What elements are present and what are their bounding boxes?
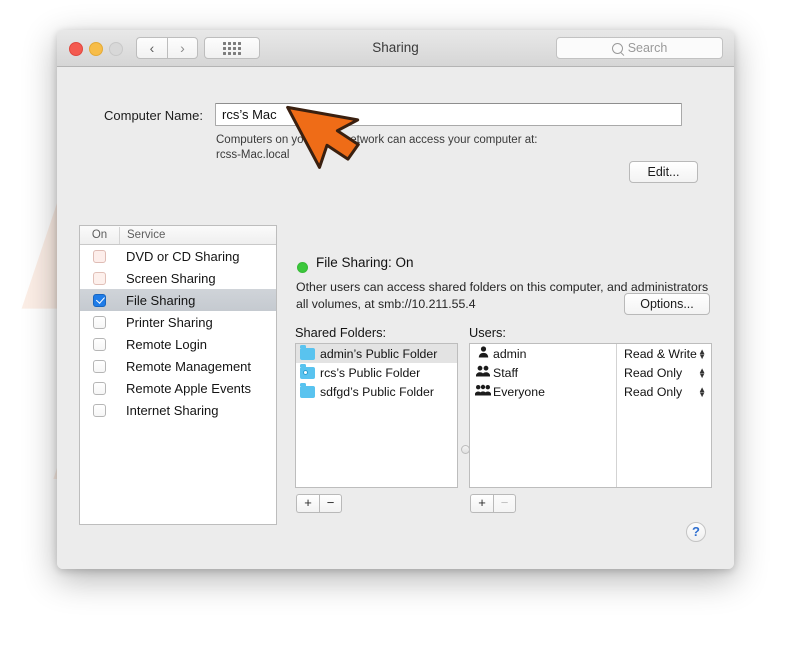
shared-folder-icon: [300, 364, 315, 379]
services-header-on: On: [91, 229, 108, 241]
services-list-header: On Service: [80, 226, 276, 245]
add-user-button[interactable]: +: [470, 494, 493, 513]
permission-value: Read Only: [624, 384, 683, 399]
users-label: Users:: [469, 325, 506, 340]
user-name: Everyone: [493, 384, 545, 399]
checkbox-icon[interactable]: [93, 359, 106, 373]
service-row-remote-apple-events[interactable]: Remote Apple Events: [80, 377, 276, 399]
service-label: Remote Management: [126, 358, 252, 374]
users-permissions-column: Read & Write ▲ ▼ Read Only ▲ ▼ Read Only ▲…: [617, 344, 711, 487]
shared-folder-row[interactable]: rcs’s Public Folder: [296, 363, 457, 382]
user-name: admin: [493, 346, 527, 361]
service-row-dvd-or-cd-sharing[interactable]: DVD or CD Sharing: [80, 245, 276, 267]
sharing-preferences-window: ‹ › Sharing Search Computer Name: rcs’s …: [57, 30, 734, 569]
folder-icon: [300, 345, 315, 360]
two-users-icon: [475, 365, 491, 380]
service-label: Remote Apple Events: [126, 380, 252, 396]
permission-row[interactable]: Read Only ▲ ▼: [617, 363, 711, 382]
service-checkbox-cell: [80, 381, 119, 395]
checkbox-icon[interactable]: [93, 249, 106, 263]
local-hostname: rcss-Mac.local: [216, 149, 290, 161]
computer-name-label: Computer Name:: [104, 108, 203, 123]
shared-folder-row[interactable]: admin’s Public Folder: [296, 344, 457, 363]
service-checkbox-cell: [80, 249, 119, 263]
shared-folder-name: sdfgd’s Public Folder: [320, 384, 434, 399]
search-input[interactable]: Search: [556, 37, 723, 59]
permission-stepper-icon[interactable]: ▲ ▼: [698, 347, 706, 360]
services-header-service: Service: [119, 226, 276, 244]
users-add-remove: + −: [470, 494, 516, 513]
window-titlebar: ‹ › Sharing Search: [57, 30, 734, 67]
options-button[interactable]: Options...: [624, 293, 710, 315]
edit-button[interactable]: Edit...: [629, 161, 698, 183]
computer-name-input[interactable]: rcs’s Mac: [215, 103, 682, 126]
user-name: Staff: [493, 365, 519, 380]
window-content: Computer Name: rcs’s Mac Computers on yo…: [57, 67, 734, 569]
permission-stepper-icon[interactable]: ▲ ▼: [698, 385, 706, 398]
service-checkbox-cell: [80, 271, 119, 285]
network-access-line: Computers on your local network can acce…: [216, 134, 538, 146]
service-label: Internet Sharing: [126, 402, 219, 418]
service-label: Screen Sharing: [126, 270, 216, 286]
service-checkbox-cell: [80, 403, 119, 417]
help-button[interactable]: ?: [686, 522, 706, 542]
service-checkbox-cell: [80, 315, 119, 329]
service-label: Printer Sharing: [126, 314, 213, 330]
users-list[interactable]: admin Staff Everyone Read & Write ▲ ▼ Re…: [469, 343, 712, 488]
service-checkbox-cell: [80, 359, 119, 373]
shared-folder-row[interactable]: sdfgd’s Public Folder: [296, 382, 457, 401]
folder-icon: [300, 383, 315, 398]
panel-resize-handle[interactable]: [461, 445, 470, 454]
checkbox-checked-icon[interactable]: [93, 293, 106, 307]
user-row[interactable]: Staff: [470, 363, 616, 382]
service-row-screen-sharing[interactable]: Screen Sharing: [80, 267, 276, 289]
shared-folders-list[interactable]: admin’s Public Folder rcs’s Public Folde…: [295, 343, 458, 488]
service-row-internet-sharing[interactable]: Internet Sharing: [80, 399, 276, 421]
permission-value: Read Only: [624, 365, 683, 380]
search-icon: [611, 42, 623, 54]
service-label: DVD or CD Sharing: [126, 248, 240, 264]
file-sharing-status-title: File Sharing: On: [316, 255, 414, 270]
permission-value: Read & Write: [624, 346, 697, 361]
search-placeholder: Search: [627, 41, 668, 55]
checkbox-icon[interactable]: [93, 315, 106, 329]
services-list[interactable]: On Service DVD or CD Sharing Screen Shar…: [79, 225, 277, 525]
shared-folder-name: rcs’s Public Folder: [320, 365, 421, 380]
computer-name-help-text: Computers on your local network can acce…: [216, 133, 656, 163]
checkbox-icon[interactable]: [93, 337, 106, 351]
service-checkbox-cell: [80, 337, 119, 351]
add-shared-folder-button[interactable]: +: [296, 494, 319, 513]
shared-folders-label: Shared Folders:: [295, 325, 387, 340]
shared-folders-add-remove: + −: [296, 494, 342, 513]
service-checkbox-cell: [80, 293, 119, 307]
shared-folder-name: admin’s Public Folder: [320, 346, 438, 361]
permission-row[interactable]: Read Only ▲ ▼: [617, 382, 711, 401]
permission-row[interactable]: Read & Write ▲ ▼: [617, 344, 711, 363]
checkbox-icon[interactable]: [93, 271, 106, 285]
service-row-remote-management[interactable]: Remote Management: [80, 355, 276, 377]
permission-stepper-icon[interactable]: ▲ ▼: [698, 366, 706, 379]
three-users-icon: [474, 384, 492, 399]
service-label: Remote Login: [126, 336, 207, 352]
service-row-file-sharing[interactable]: File Sharing: [80, 289, 276, 311]
checkbox-icon[interactable]: [93, 381, 106, 395]
status-indicator-icon: [297, 262, 308, 273]
remove-shared-folder-button[interactable]: −: [319, 494, 342, 513]
remove-user-button: −: [493, 494, 516, 513]
service-label: File Sharing: [126, 292, 196, 308]
single-user-icon: [475, 346, 491, 361]
checkbox-icon[interactable]: [93, 403, 106, 417]
user-row[interactable]: Everyone: [470, 382, 616, 401]
service-row-remote-login[interactable]: Remote Login: [80, 333, 276, 355]
users-names-column: admin Staff Everyone: [470, 344, 617, 487]
user-row[interactable]: admin: [470, 344, 616, 363]
service-row-printer-sharing[interactable]: Printer Sharing: [80, 311, 276, 333]
